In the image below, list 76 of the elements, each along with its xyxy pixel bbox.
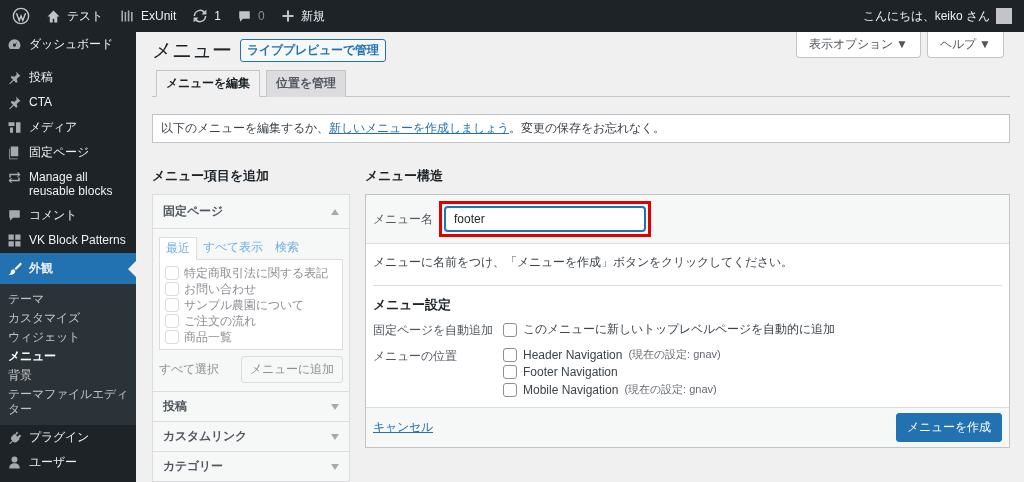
accordion-title: カテゴリー bbox=[163, 458, 223, 475]
live-preview-button[interactable]: ライブプレビューで管理 bbox=[240, 38, 386, 62]
checkbox-label: Footer Navigation bbox=[523, 365, 618, 379]
submenu-item[interactable]: カスタマイズ bbox=[0, 309, 136, 328]
sidebar-item[interactable]: Manage all reusable blocks bbox=[0, 165, 136, 203]
sidebar-item[interactable]: コメント bbox=[0, 203, 136, 228]
new-content-link[interactable]: 新規 bbox=[300, 7, 325, 25]
create-menu-button[interactable]: メニューを作成 bbox=[896, 413, 1002, 442]
comment-count[interactable]: 0 bbox=[258, 9, 265, 23]
submenu-item[interactable]: 背景 bbox=[0, 366, 136, 385]
checkbox[interactable] bbox=[503, 365, 517, 379]
sidebar-item[interactable]: メディア bbox=[0, 115, 136, 140]
checkbox-label: Mobile Navigation bbox=[523, 382, 619, 397]
submenu-item[interactable]: ウィジェット bbox=[0, 328, 136, 347]
checkbox-label: お問い合わせ bbox=[184, 280, 256, 298]
pushpin-icon bbox=[7, 95, 22, 110]
setting-label: 固定ページを自動追加 bbox=[373, 322, 494, 339]
checkbox[interactable] bbox=[503, 347, 517, 362]
gauge-icon bbox=[7, 37, 22, 52]
cancel-link[interactable]: キャンセル bbox=[373, 419, 433, 436]
checkbox[interactable] bbox=[503, 322, 517, 337]
speech-bubble-icon[interactable] bbox=[237, 8, 253, 24]
plugin-link[interactable]: ExUnit bbox=[141, 9, 177, 23]
plus-icon[interactable] bbox=[280, 9, 295, 23]
checkbox[interactable] bbox=[503, 382, 517, 397]
submenu-item[interactable]: テーマファイルエディター bbox=[0, 385, 136, 419]
submenu-item[interactable]: メニュー bbox=[0, 347, 136, 366]
sidebar-item[interactable]: プラグイン bbox=[0, 425, 136, 450]
sidebar-item[interactable]: VK Block Patterns bbox=[0, 228, 136, 253]
plug-icon bbox=[7, 430, 22, 445]
sidebar-item[interactable]: 外観 bbox=[0, 253, 136, 284]
speech-bubble-icon bbox=[7, 208, 22, 223]
sidebar-item[interactable]: ユーザー bbox=[0, 450, 136, 475]
paintbrush-icon bbox=[7, 261, 22, 276]
grid-icon bbox=[7, 233, 22, 248]
site-name-link[interactable]: テスト bbox=[67, 7, 103, 25]
sidebar-item[interactable]: CTA bbox=[0, 90, 136, 115]
tab[interactable]: 位置を管理 bbox=[266, 70, 346, 97]
checkbox-label: このメニューに新しいトップレベルページを自動的に追加 bbox=[523, 321, 835, 338]
update-count[interactable]: 1 bbox=[214, 9, 222, 23]
tab[interactable]: メニューを編集 bbox=[156, 70, 260, 97]
checkbox-label: ご注文の流れ bbox=[184, 312, 256, 330]
page-title: メニュー bbox=[152, 37, 232, 63]
checkbox-label: サンプル農園について bbox=[184, 296, 304, 314]
field-label: メニュー名 bbox=[373, 210, 433, 228]
section-heading: メニュー項目を追加 bbox=[152, 167, 270, 185]
pushpin-icon bbox=[7, 70, 22, 85]
greeting-text[interactable]: こんにちは、keiko さん bbox=[862, 7, 990, 25]
section-heading: メニュー構造 bbox=[365, 167, 444, 185]
sidebar-item[interactable]: 固定ページ bbox=[0, 140, 136, 165]
checkbox-label: 商品一覧 bbox=[184, 328, 232, 346]
notice-text: 以下のメニューを編集するか、新しいメニューを作成しましょう。変更の保存をお忘れなく。 bbox=[152, 114, 1010, 143]
arrows-loop-icon bbox=[7, 170, 22, 185]
setting-label: メニューの位置 bbox=[373, 348, 458, 365]
accordion-title: 固定ページ bbox=[163, 203, 223, 220]
user-icon bbox=[7, 455, 22, 470]
settings-heading: メニュー設定 bbox=[373, 296, 452, 314]
instruction-text: メニューに名前をつけ、「メニューを作成」ボタンをクリックしてください。 bbox=[373, 254, 1002, 286]
submenu-item[interactable]: テーマ bbox=[0, 290, 136, 309]
grid-bars-icon[interactable] bbox=[119, 8, 135, 24]
checkbox-label: Header Navigation bbox=[523, 347, 623, 362]
location-note: (現在の設定: gnav) bbox=[624, 382, 717, 397]
location-note: (現在の設定: gnav) bbox=[628, 347, 721, 362]
wordpress-logo-icon[interactable] bbox=[12, 7, 30, 25]
refresh-icon[interactable] bbox=[192, 8, 209, 24]
menu-name-field[interactable]: footer bbox=[445, 207, 645, 231]
help-button[interactable]: ヘルプ ▼ bbox=[926, 32, 1004, 58]
sidebar-item[interactable]: ダッシュボード bbox=[0, 32, 136, 57]
accordion-title: 投稿 bbox=[163, 398, 187, 415]
sidebar-item[interactable]: 投稿 bbox=[0, 65, 136, 90]
accordion-title: カスタムリンク bbox=[163, 428, 247, 445]
create-menu-link[interactable]: 新しいメニューを作成しましょう bbox=[329, 121, 509, 135]
checkbox-label: 特定商取引法に関する表記 bbox=[184, 264, 328, 282]
media-icon bbox=[7, 120, 22, 135]
home-icon[interactable] bbox=[46, 8, 61, 24]
screen-options-button[interactable]: 表示オプション ▼ bbox=[795, 32, 921, 58]
